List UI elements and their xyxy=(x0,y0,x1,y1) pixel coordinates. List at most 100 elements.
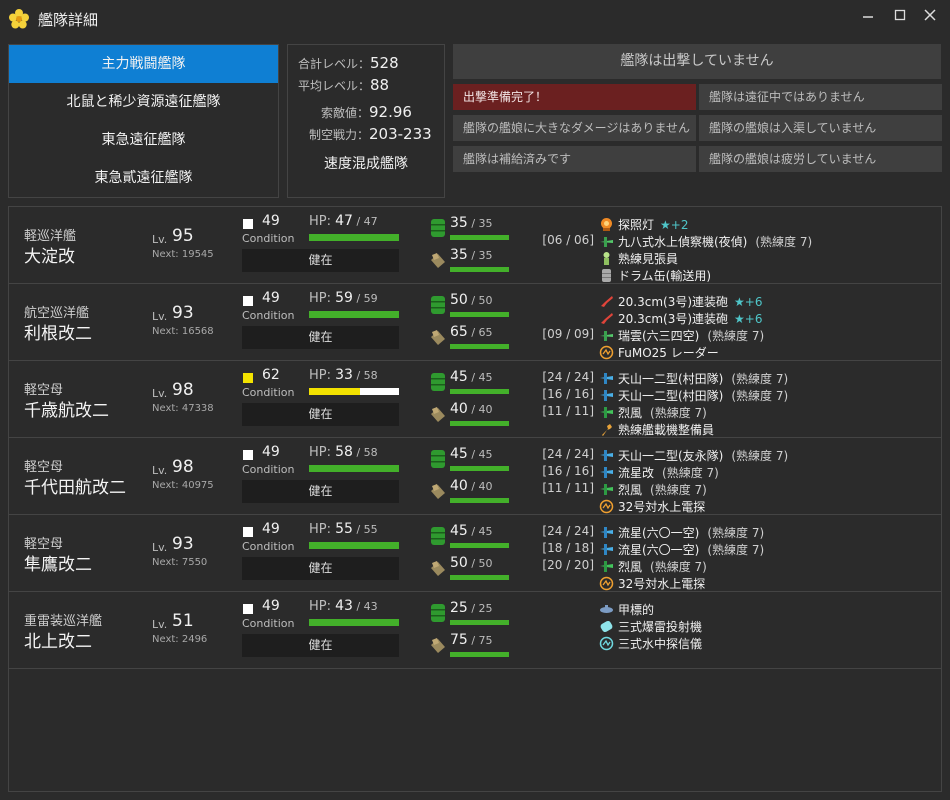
equipment-name: 烈風 (熟練度 7) xyxy=(618,404,707,421)
hp-bar-fill xyxy=(309,619,399,626)
equipment-label: 三式水中探信儀 xyxy=(618,637,703,651)
hp-bar xyxy=(309,465,399,472)
hp-text: HP: 58 / 58 xyxy=(309,444,378,460)
searchlight-icon xyxy=(599,217,614,232)
condition-label: Condition xyxy=(242,617,295,630)
fuel-slash: / xyxy=(467,217,479,230)
ship-row-5[interactable]: 軽空母 隼鷹改二 Lv. 93 Next: 7550 49 Condition … xyxy=(9,515,941,592)
improvement-stars: ★+6 xyxy=(734,312,763,326)
next-exp: Next: 2496 xyxy=(152,634,208,645)
flower-app-icon xyxy=(8,8,30,30)
slot-count: [24 / 24] xyxy=(542,447,594,461)
fuel-bar xyxy=(450,235,509,240)
ammo-icon xyxy=(431,407,445,422)
level-label: Lv. xyxy=(152,387,168,400)
fleet-stats-panel: 合計レベル：528 平均レベル：88 索敵値：92.96 制空戦力：203-23… xyxy=(287,44,445,198)
equipment-item: [16 / 16] 天山一二型(村田隊) (熟練度 7) xyxy=(542,387,932,404)
fuel-icon xyxy=(431,373,445,391)
ship-row-3[interactable]: 軽空母 千歳航改二 Lv. 98 Next: 47338 62 Conditio… xyxy=(9,361,941,438)
ammo-current: 65 xyxy=(450,324,468,340)
average-level: 平均レベル：88 xyxy=(298,76,390,94)
ammo-icon xyxy=(431,638,445,653)
fleet-tab-2[interactable]: 北鼠と稀少資源遠征艦隊 xyxy=(9,83,278,121)
hp-text: HP: 47 / 47 xyxy=(309,213,378,229)
ammo-slash: / xyxy=(467,326,479,339)
condition-value: 49 xyxy=(262,598,280,614)
fuel-current: 50 xyxy=(450,292,468,308)
fleet-tab-3[interactable]: 東急遠征艦隊 xyxy=(9,121,278,159)
hp-label: HP: xyxy=(309,522,331,537)
equipment-name: 烈風 (熟練度 7) xyxy=(618,481,707,498)
fuel-max: 45 xyxy=(478,525,493,538)
ammo-max: 75 xyxy=(478,634,493,647)
sortie-status: 艦隊は出撃していません xyxy=(453,44,941,79)
ammo-slash: / xyxy=(467,403,479,416)
window-title: 艦隊詳細 xyxy=(38,11,99,29)
improvement-stars: ★+6 xyxy=(734,295,763,309)
hp-label: HP: xyxy=(309,445,331,460)
equipment-item: [24 / 24] 天山一二型(村田隊) (熟練度 7) xyxy=(542,370,932,387)
equipment-label: 烈風 xyxy=(618,483,643,497)
fuel-text: 45 / 45 xyxy=(450,369,493,385)
fuel-slash: / xyxy=(467,602,479,615)
ammo-text: 40 / 40 xyxy=(450,401,493,417)
fuel-max: 50 xyxy=(478,294,493,307)
ship-row-1[interactable]: 軽巡洋艦 大淀改 Lv. 95 Next: 19545 49 Condition… xyxy=(9,207,941,284)
fuel-max: 35 xyxy=(478,217,493,230)
ship-row-4[interactable]: 軽空母 千代田航改二 Lv. 98 Next: 40975 49 Conditi… xyxy=(9,438,941,515)
ammo-icon xyxy=(431,484,445,499)
condition-value: 49 xyxy=(262,521,280,537)
slot-count: [20 / 20] xyxy=(542,558,594,572)
ammo-current: 40 xyxy=(450,401,468,417)
next-exp: Next: 7550 xyxy=(152,557,208,568)
fighter-icon xyxy=(599,482,614,497)
radar-icon xyxy=(599,576,614,591)
slot-count: [11 / 11] xyxy=(542,481,594,495)
condition-value: 62 xyxy=(262,367,280,383)
fuel-bar xyxy=(450,466,509,471)
equipment-item: 探照灯 ★+2 xyxy=(542,216,932,233)
equipment-name: 20.3cm(3号)連装砲 ★+6 xyxy=(618,310,762,327)
hp-max: 58 xyxy=(363,446,378,459)
condition-indicator xyxy=(243,296,253,306)
ammo-slash: / xyxy=(467,557,479,570)
level-value: 95 xyxy=(172,226,194,246)
equipment-label: 天山一二型(友永隊) xyxy=(618,449,724,463)
level-label: Lv. xyxy=(152,618,168,631)
equipment-item: 32号対水上電探 xyxy=(542,575,932,592)
hp-max: 55 xyxy=(363,523,378,536)
line-of-sight: 索敵値：92.96 xyxy=(321,103,412,121)
ship-row-6[interactable]: 重雷装巡洋艦 北上改二 Lv. 51 Next: 2496 49 Conditi… xyxy=(9,592,941,669)
fuel-current: 45 xyxy=(450,446,468,462)
hp-slash: / xyxy=(352,523,364,536)
condition-indicator xyxy=(243,450,253,460)
supply-status: 艦隊は補給済みです xyxy=(453,146,696,172)
equipment-name: 流星(六〇一空) (熟練度 7) xyxy=(618,524,764,541)
fuel-current: 25 xyxy=(450,600,468,616)
fleet-tab-1[interactable]: 主力戦闘艦隊 xyxy=(9,45,278,83)
sonar-icon xyxy=(599,636,614,651)
minimize-button[interactable] xyxy=(853,4,883,26)
hp-bar xyxy=(309,234,399,241)
equipment-label: 烈風 xyxy=(618,406,643,420)
total-level: 合計レベル：528 xyxy=(298,54,399,72)
hp-current: 47 xyxy=(335,213,353,229)
lookout-icon xyxy=(599,251,614,266)
condition-indicator xyxy=(243,604,253,614)
midget-sub-icon xyxy=(599,602,614,617)
fuel-text: 25 / 25 xyxy=(450,600,493,616)
next-exp: Next: 19545 xyxy=(152,249,214,260)
close-button[interactable] xyxy=(915,4,945,26)
equipment-label: 熟練艦載機整備員 xyxy=(618,423,715,437)
level-value: 93 xyxy=(172,303,194,323)
hp-slash: / xyxy=(352,446,364,459)
torpedo-bomber-icon xyxy=(599,465,614,480)
fleet-tab-4[interactable]: 東急貳遠征艦隊 xyxy=(9,159,278,197)
ship-row-2[interactable]: 航空巡洋艦 利根改二 Lv. 93 Next: 16568 49 Conditi… xyxy=(9,284,941,361)
equipment-name: ドラム缶(輸送用) xyxy=(618,267,711,284)
fuel-text: 50 / 50 xyxy=(450,292,493,308)
equipment-label: 瑞雲(六三四空) xyxy=(618,329,700,343)
fuel-bar xyxy=(450,389,509,394)
equipment-name: 三式水中探信儀 xyxy=(618,635,702,652)
maximize-button[interactable] xyxy=(885,4,915,26)
